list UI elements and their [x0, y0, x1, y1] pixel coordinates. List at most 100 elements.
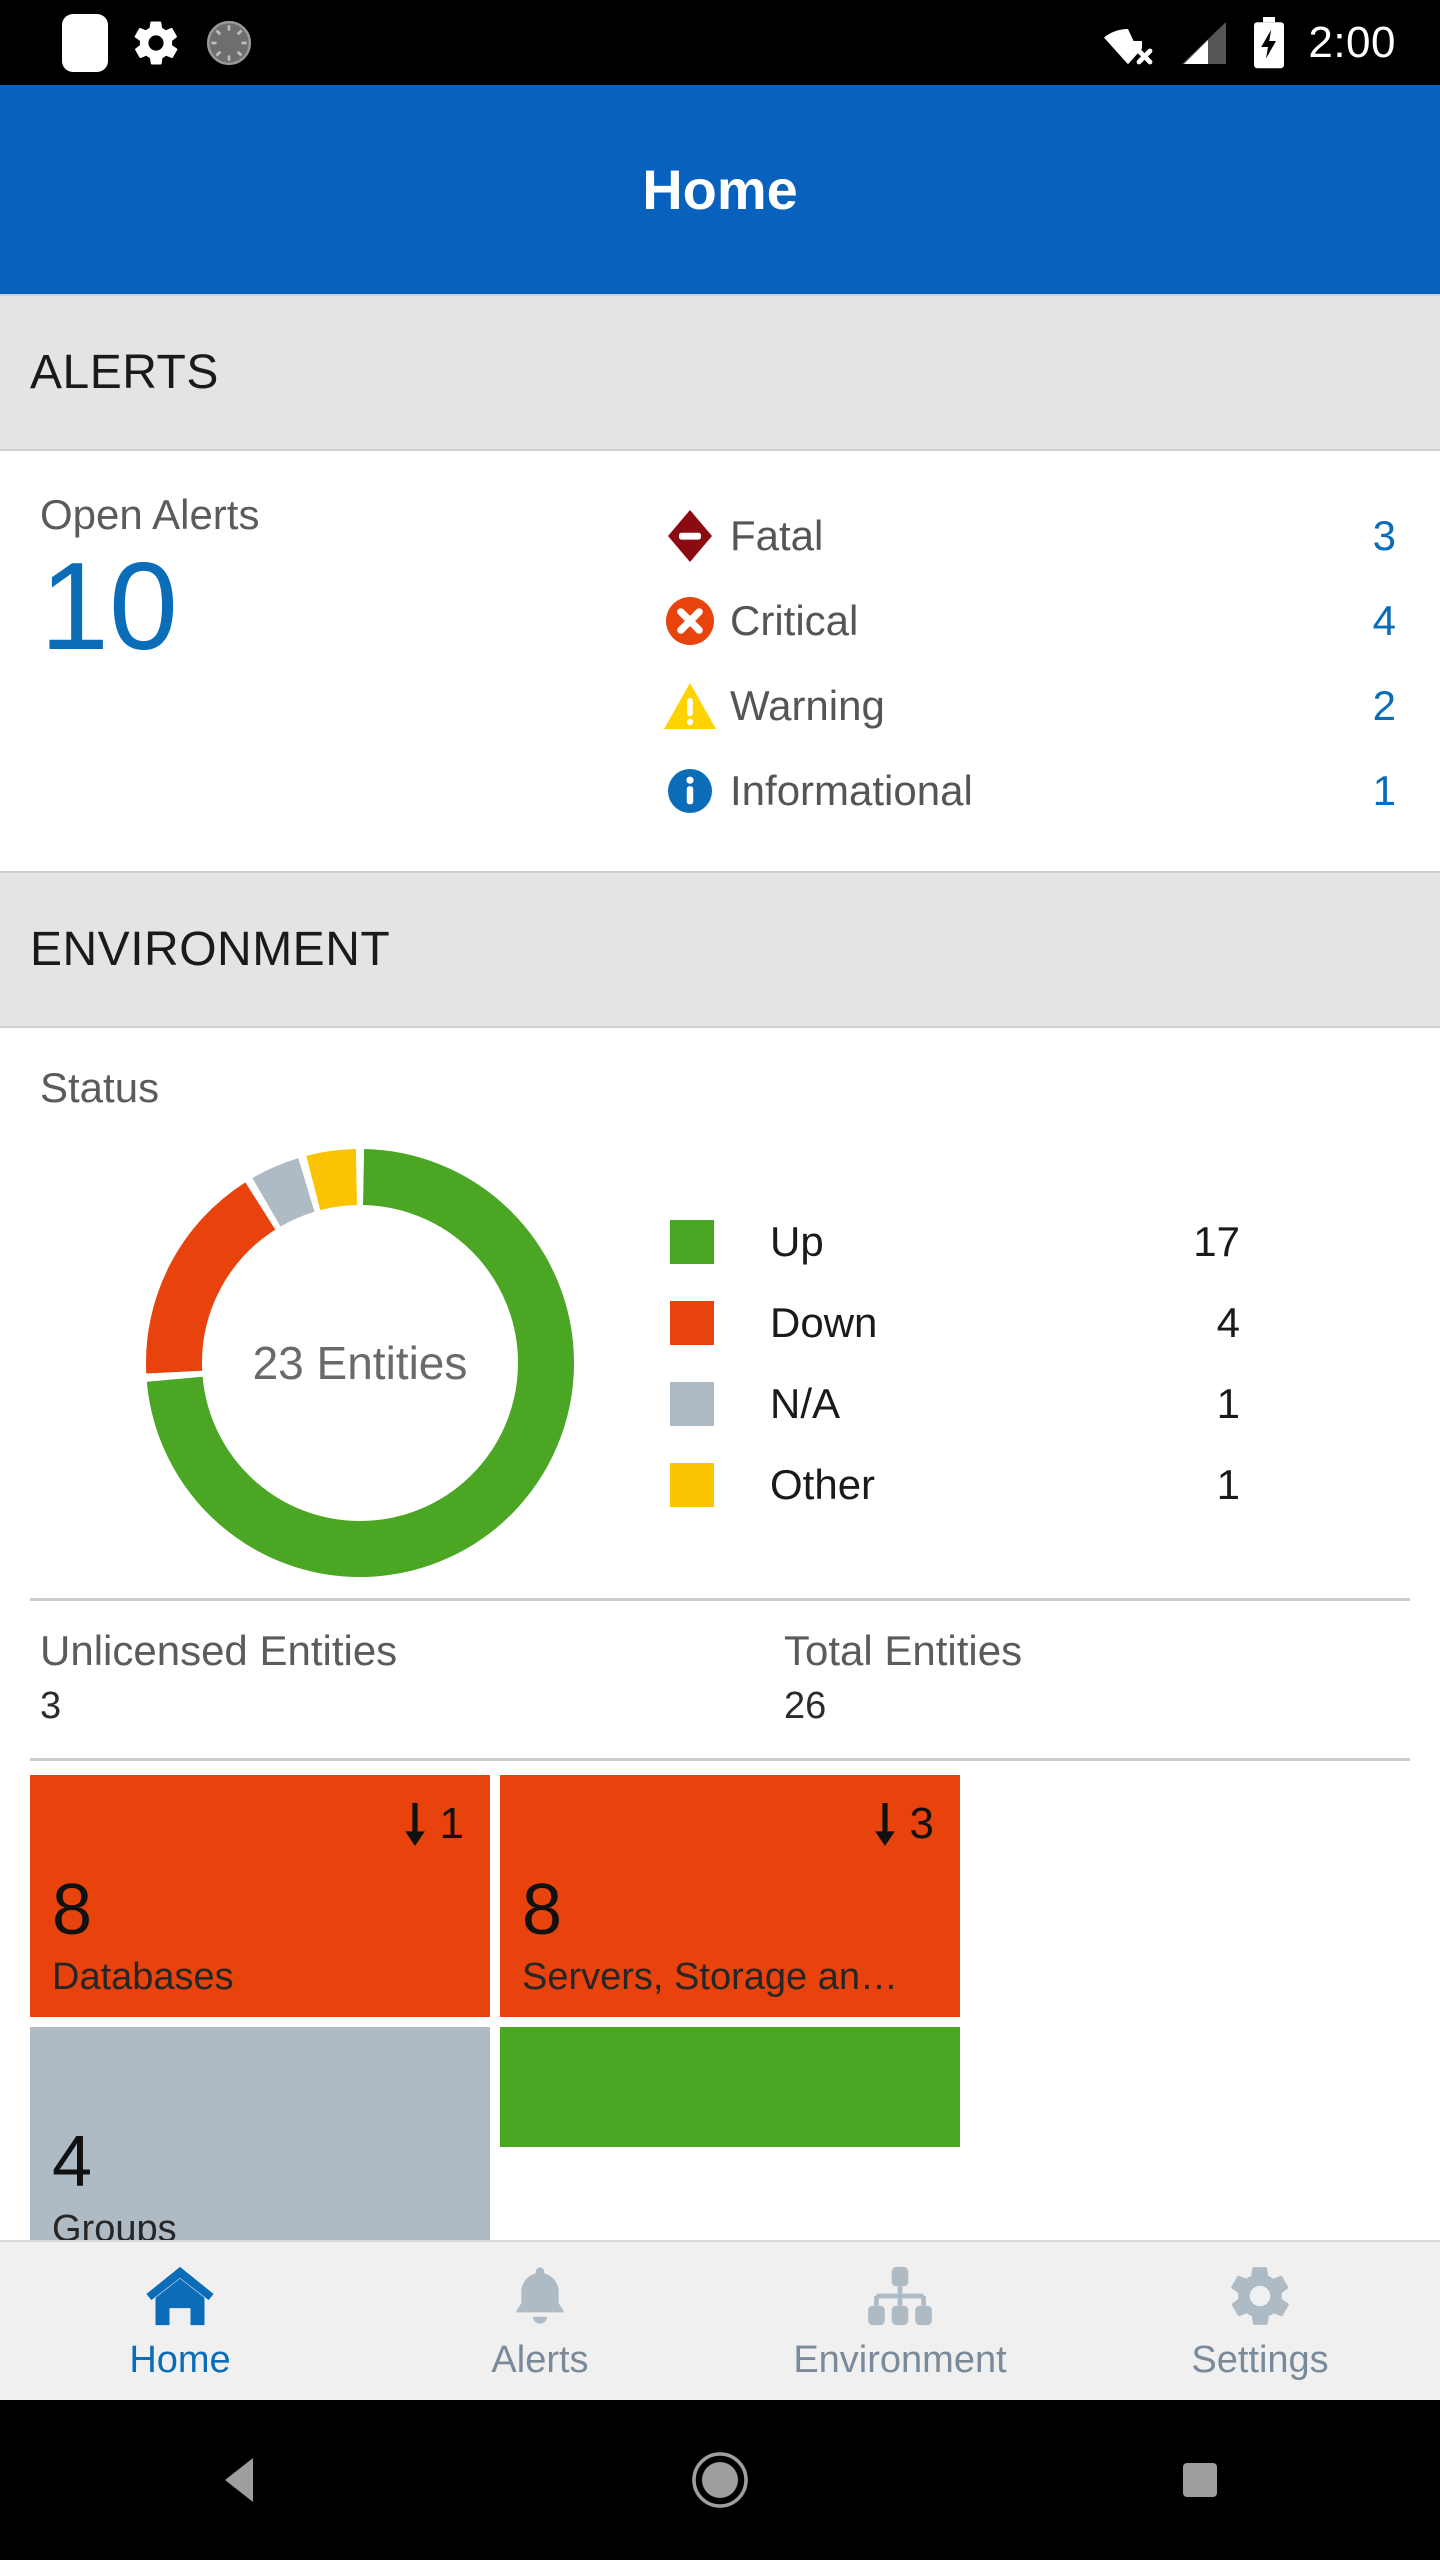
legend-value: 17: [1193, 1217, 1240, 1265]
legend-label: Up: [770, 1217, 824, 1265]
environment-section-label: ENVIRONMENT: [30, 923, 391, 976]
environment-section-header: ENVIRONMENT: [0, 871, 1440, 1028]
tile-badge-count: 1: [439, 1799, 464, 1848]
alerts-section-label: ALERTS: [30, 346, 219, 399]
legend-value: 1: [1216, 1460, 1240, 1508]
android-nav-bar: [0, 2400, 1440, 2560]
legend-item-na[interactable]: N/A 1: [670, 1363, 1310, 1444]
alert-count: 4: [1372, 596, 1396, 644]
legend-item-other[interactable]: Other 1: [670, 1444, 1310, 1525]
home-button[interactable]: [620, 2450, 820, 2510]
legend-item-up[interactable]: Up 17: [670, 1201, 1310, 1282]
tile-number: 4: [52, 2122, 93, 2202]
tile-partial-left[interactable]: [500, 2027, 960, 2147]
alert-label: Warning: [730, 681, 885, 729]
legend-swatch-down: [670, 1300, 714, 1345]
status-chart-area: 23 Entities Up 17 Down 4 N/A 1 Other 1: [0, 1112, 1440, 1598]
warning-triangle-icon: [650, 680, 730, 732]
alerts-section-header: ALERTS: [0, 294, 1440, 451]
alert-count: 1: [1372, 766, 1396, 814]
status-bar-clock: 2:00: [1308, 17, 1396, 67]
legend-label: Other: [770, 1460, 876, 1508]
recents-button[interactable]: [1100, 2457, 1300, 2503]
alert-label: Critical: [730, 596, 859, 644]
battery-charging-icon: [1254, 16, 1285, 68]
alert-row-warning[interactable]: Warning 2: [650, 663, 1396, 748]
tile-down-badge: 1: [400, 1799, 464, 1849]
tile-badge-count: 3: [909, 1799, 934, 1848]
legend-value: 4: [1216, 1298, 1240, 1346]
donut-center-label: 23 Entities: [252, 1337, 468, 1389]
open-alerts-card[interactable]: Open Alerts 10 Fatal 3 Critical 4 Warnin…: [0, 451, 1440, 871]
unlicensed-entities-value: 3: [40, 1685, 62, 1727]
tile-databases[interactable]: 1 8 Databases: [30, 1775, 490, 2017]
tile-label: Databases: [52, 1956, 234, 1998]
tab-settings[interactable]: Settings: [1080, 2242, 1440, 2400]
bell-icon: [515, 2266, 565, 2324]
bottom-tab-bar: Home Alerts Environment Settings: [0, 2240, 1440, 2400]
down-arrow-icon: [404, 1803, 425, 1846]
back-button[interactable]: [140, 2454, 340, 2506]
total-entities-value: 26: [784, 1685, 827, 1727]
legend-label: Down: [770, 1298, 878, 1346]
total-entities-cell: Total Entities 26: [740, 1627, 1022, 1728]
down-arrow-icon: [874, 1803, 895, 1846]
status-label: Status: [40, 1064, 160, 1111]
tile-number: 8: [52, 1870, 93, 1950]
sync-spinner-icon: [206, 20, 252, 65]
alert-row-informational[interactable]: Informational 1: [650, 748, 1396, 833]
legend-swatch-other: [670, 1462, 714, 1507]
tab-label: Alerts: [491, 2338, 589, 2381]
critical-circle-x-icon: [650, 595, 730, 647]
legend-value: 1: [1216, 1379, 1240, 1427]
open-alerts-count: 10: [40, 538, 178, 676]
alert-count: 2: [1372, 681, 1396, 729]
unlicensed-entities-cell: Unlicensed Entities 3: [0, 1627, 740, 1728]
wifi-off-icon: [1104, 28, 1153, 64]
legend-item-down[interactable]: Down 4: [670, 1282, 1310, 1363]
gear-icon: [134, 21, 178, 64]
status-donut-chart[interactable]: 23 Entities: [100, 1128, 620, 1598]
fatal-diamond-icon: [650, 508, 730, 564]
alert-row-fatal[interactable]: Fatal 3: [650, 493, 1396, 578]
app-root: 2:00 Home ALERTS Open Alerts 10 Fatal 3: [0, 0, 1440, 2560]
alert-label: Informational: [730, 766, 973, 814]
tile-servers-storage[interactable]: 3 8 Servers, Storage an…: [500, 1775, 960, 2017]
environment-card: Status 23 Entities Up 17 Down 4 N/A 1 Ot…: [0, 1028, 1440, 2399]
cellular-signal-icon: [1182, 21, 1227, 64]
alert-count: 3: [1372, 511, 1396, 559]
tab-label: Environment: [793, 2338, 1007, 2381]
tab-label: Home: [129, 2338, 231, 2381]
notification-square-icon: [62, 13, 108, 72]
tile-number: 8: [522, 1870, 563, 1950]
app-bar: Home: [0, 85, 1440, 294]
legend-swatch-up: [670, 1219, 714, 1264]
back-triangle-icon: [225, 2458, 253, 2502]
unlicensed-entities-label: Unlicensed Entities: [40, 1627, 398, 1674]
alert-row-critical[interactable]: Critical 4: [650, 578, 1396, 663]
entity-totals: Unlicensed Entities 3 Total Entities 26: [0, 1601, 1440, 1758]
tab-alerts[interactable]: Alerts: [360, 2242, 720, 2400]
status-bar-left-icons: [0, 13, 254, 72]
alert-label: Fatal: [730, 511, 824, 559]
status-bar-right-icons: 2:00: [1102, 16, 1440, 69]
page-title: Home: [642, 158, 798, 221]
home-icon: [146, 2266, 214, 2325]
hierarchy-icon: [868, 2266, 932, 2325]
recents-square-icon: [1183, 2463, 1217, 2497]
legend-label: N/A: [770, 1379, 841, 1427]
total-entities-label: Total Entities: [784, 1627, 1023, 1674]
android-status-bar: 2:00: [0, 0, 1440, 85]
open-alerts-summary: Open Alerts 10: [0, 451, 650, 871]
tile-groups[interactable]: 4 Groups: [30, 2027, 490, 2269]
tile-down-badge: 3: [870, 1799, 934, 1849]
tile-label: Servers, Storage an…: [522, 1956, 898, 1998]
alert-severity-list: Fatal 3 Critical 4 Warning 2 Information…: [650, 451, 1440, 871]
status-legend: Up 17 Down 4 N/A 1 Other 1: [670, 1201, 1310, 1525]
informational-info-icon: [650, 767, 730, 815]
tab-home[interactable]: Home: [0, 2242, 360, 2400]
gear-icon: [1231, 2266, 1289, 2325]
home-circle-icon: [692, 2452, 748, 2508]
legend-swatch-na: [670, 1381, 714, 1426]
tab-environment[interactable]: Environment: [720, 2242, 1080, 2400]
